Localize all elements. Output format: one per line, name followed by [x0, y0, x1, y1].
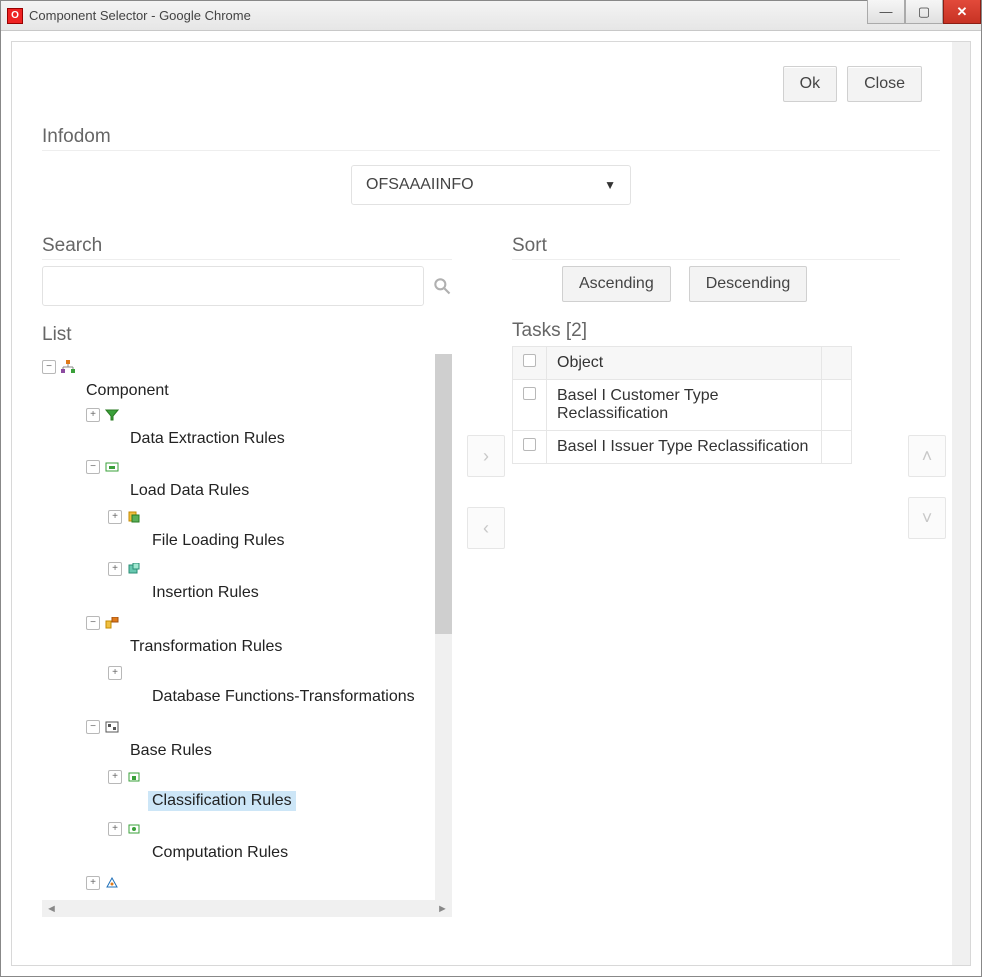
move-up-button[interactable]: ˄ [908, 435, 946, 477]
ok-button[interactable]: Ok [783, 66, 837, 102]
select-all-checkbox[interactable] [523, 354, 536, 367]
minimize-button[interactable]: — [867, 0, 905, 24]
transfer-buttons: › ‹ [467, 435, 505, 549]
task-object-cell[interactable]: Basel I Issuer Type Reclassification [547, 431, 822, 464]
database-icon [126, 666, 142, 680]
maximize-button[interactable]: ▢ [905, 0, 943, 24]
tasks-heading: Tasks [2] [512, 320, 900, 342]
computation-icon [126, 822, 142, 836]
tree-scroll-thumb[interactable] [435, 354, 452, 634]
window-controls: — ▢ ✕ [867, 1, 981, 30]
task-checkbox[interactable] [523, 387, 536, 400]
task-checkbox[interactable] [523, 438, 536, 451]
toggle-expand-icon[interactable]: + [86, 408, 100, 422]
column-header-object[interactable]: Object [547, 347, 822, 380]
move-down-button[interactable]: ˅ [908, 497, 946, 539]
tree-node-transformation[interactable]: Transformation Rules [126, 637, 286, 657]
scroll-left-icon[interactable]: ◄ [44, 902, 59, 915]
scroll-right-icon[interactable]: ► [435, 902, 450, 915]
search-icon[interactable] [432, 276, 452, 296]
app-window: O Component Selector - Google Chrome — ▢… [0, 0, 982, 977]
left-column: Search List [42, 235, 452, 917]
right-column: › ‹ ˄ ˅ Sort Ascending Descending Tasks … [512, 235, 940, 917]
tree-node-computation[interactable]: Computation Rules [148, 843, 292, 863]
tree-node-data-extraction[interactable]: Data Extraction Rules [126, 429, 289, 449]
close-button[interactable]: Close [847, 66, 922, 102]
tree-vertical-scrollbar[interactable] [435, 354, 452, 900]
toggle-expand-icon[interactable]: + [108, 666, 122, 680]
app-icon: O [7, 8, 23, 24]
task-row: Basel I Customer Type Reclassification [513, 380, 852, 431]
window-title: Component Selector - Google Chrome [29, 8, 867, 23]
chevron-down-icon: ▼ [604, 178, 616, 192]
task-object-cell[interactable]: Basel I Customer Type Reclassification [547, 380, 822, 431]
transform-icon [104, 616, 120, 630]
move-right-button[interactable]: › [467, 435, 505, 477]
list-label: List [42, 324, 452, 348]
content-panel: Ok Close Infodom OFSAAAIINFO ▼ Search [11, 41, 971, 966]
infodom-select[interactable]: OFSAAAIINFO ▼ [351, 165, 631, 205]
reorder-buttons: ˄ ˅ [908, 435, 946, 539]
main-columns: Search List [42, 235, 940, 917]
tree-node-db-functions[interactable]: Database Functions-Transformations [148, 687, 419, 707]
sort-ascending-button[interactable]: Ascending [562, 266, 671, 302]
close-window-button[interactable]: ✕ [943, 0, 981, 24]
tree-node-base-rules[interactable]: Base Rules [126, 741, 216, 761]
tree-node-file-loading[interactable]: File Loading Rules [148, 531, 289, 551]
dialog-action-buttons: Ok Close [783, 66, 922, 102]
window-body: Ok Close Infodom OFSAAAIINFO ▼ Search [1, 31, 981, 976]
file-icon [126, 510, 142, 524]
tasks-table: Object Basel I Customer Type Reclassific… [512, 346, 852, 464]
tree-node-classification[interactable]: Classification Rules [148, 791, 296, 811]
move-left-button[interactable]: ‹ [467, 507, 505, 549]
process-icon [104, 876, 120, 890]
toggle-collapse-icon[interactable]: − [86, 460, 100, 474]
search-label: Search [42, 235, 452, 260]
toggle-collapse-icon[interactable]: − [86, 720, 100, 734]
tree-node-component[interactable]: Component [82, 381, 173, 401]
title-bar: O Component Selector - Google Chrome — ▢… [1, 1, 981, 31]
toggle-collapse-icon[interactable]: − [42, 360, 56, 374]
toggle-expand-icon[interactable]: + [86, 876, 100, 890]
toggle-expand-icon[interactable]: + [108, 770, 122, 784]
infodom-selected-value: OFSAAAIINFO [366, 176, 474, 194]
tree-node-insertion[interactable]: Insertion Rules [148, 583, 263, 603]
filter-icon [104, 408, 120, 422]
tree-horizontal-scrollbar[interactable]: ◄ ► [42, 900, 452, 917]
tree-root-icon [60, 360, 76, 374]
insert-icon [126, 562, 142, 576]
page-scrollbar[interactable] [952, 42, 970, 965]
toggle-expand-icon[interactable]: + [108, 822, 122, 836]
tree-node-processes[interactable]: Processes [126, 897, 209, 900]
load-icon [104, 460, 120, 474]
toggle-collapse-icon[interactable]: − [86, 616, 100, 630]
sort-label: Sort [512, 235, 900, 260]
tree-node-load-data[interactable]: Load Data Rules [126, 481, 253, 501]
toggle-expand-icon[interactable]: + [108, 510, 122, 524]
toggle-expand-icon[interactable]: + [108, 562, 122, 576]
rules-icon [104, 720, 120, 734]
task-row: Basel I Issuer Type Reclassification [513, 431, 852, 464]
infodom-label: Infodom [42, 126, 940, 151]
component-tree: − [42, 354, 452, 900]
search-input[interactable] [42, 266, 424, 306]
infodom-section: Infodom OFSAAAIINFO ▼ [42, 126, 940, 205]
classification-icon [126, 770, 142, 784]
sort-descending-button[interactable]: Descending [689, 266, 808, 302]
